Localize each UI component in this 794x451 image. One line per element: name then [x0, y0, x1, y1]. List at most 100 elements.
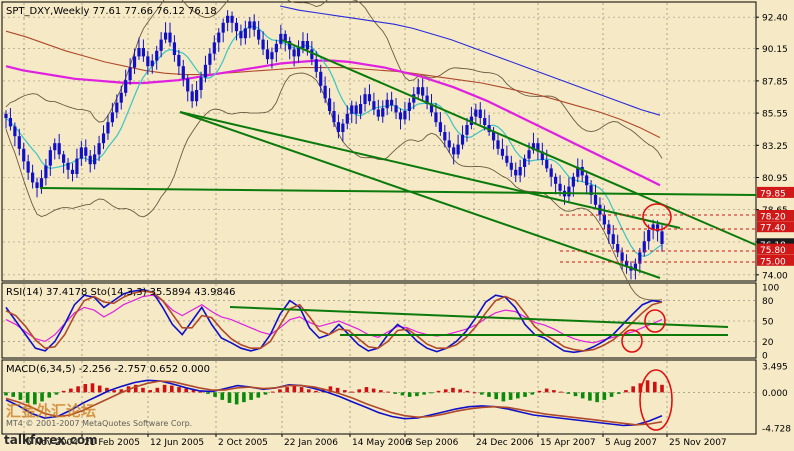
macd-bar — [306, 389, 311, 393]
macd-bar — [386, 391, 390, 393]
macd-bar — [537, 390, 542, 393]
macd-bar — [314, 390, 318, 393]
macd-bar — [609, 392, 614, 397]
macd-bar — [357, 389, 362, 393]
price-level-text: 78.20 — [760, 213, 786, 223]
macd-bar — [573, 392, 578, 397]
macd-bar — [11, 392, 16, 397]
macd-bar — [652, 381, 657, 393]
macd-bar — [206, 392, 210, 394]
macd-bar — [4, 392, 8, 396]
price-level-text: 77.40 — [760, 224, 786, 234]
macd-bar — [97, 385, 102, 393]
macd-bar — [580, 392, 585, 399]
macd-bar — [76, 386, 80, 393]
macd-bar — [141, 387, 145, 393]
macd-bar — [516, 392, 520, 399]
macd-tick-label: -4.728 — [762, 425, 791, 435]
macd-bar — [544, 388, 549, 393]
macd-bar — [54, 392, 59, 395]
macd-bar — [660, 384, 664, 393]
macd-bar — [429, 392, 434, 394]
watermark-site: talkforex.com — [4, 433, 98, 447]
price-panel[interactable] — [1, 1, 757, 282]
rsi-header: RSI(14) 37.4178 Sto(14,3,3) 35.5894 43.9… — [6, 287, 236, 298]
price-tick-label: 90.15 — [762, 45, 788, 55]
macd-bar — [552, 390, 556, 393]
price-tick-label: 80.95 — [762, 174, 788, 184]
time-tick-label: 5 Aug 2007 — [605, 438, 657, 448]
macd-bar — [379, 390, 383, 393]
price-level-text: 79.85 — [760, 189, 786, 199]
price-level-label[interactable]: 77.40 — [757, 221, 794, 234]
macd-bar — [436, 390, 441, 393]
macd-bar — [155, 387, 160, 393]
macd-bar — [624, 390, 628, 393]
macd-bar — [364, 387, 369, 393]
time-tick-label: 14 May 2006 — [352, 438, 411, 448]
symbol-header: SPT_DXY,Weekly 77.61 77.66 76.12 76.18 — [6, 6, 217, 17]
rsi-tick-label: 50 — [762, 318, 774, 328]
macd-tick-label: 0.000 — [762, 389, 788, 399]
macd-bar — [407, 392, 412, 397]
rsi-tick-label: 80 — [762, 297, 774, 307]
macd-bar — [602, 392, 607, 400]
macd-bar — [566, 392, 571, 394]
macd-bar — [220, 392, 225, 400]
macd-tick-label: 3.495 — [762, 363, 788, 373]
price-tick-label: 74.00 — [762, 271, 788, 281]
macd-bar — [472, 392, 477, 394]
macd-bar — [162, 384, 167, 393]
macd-bar — [184, 388, 189, 393]
macd-bar — [47, 392, 52, 398]
price-tick-label: 87.85 — [762, 77, 788, 87]
macd-bar — [18, 392, 23, 400]
macd-bar — [501, 392, 506, 402]
macd-bar — [234, 392, 239, 405]
time-axis: 6 Nov 2004 21 Feb 2005 12 Jun 2005 2 Oct 20… — [23, 434, 727, 448]
macd-bar — [645, 380, 650, 393]
macd-bar — [343, 390, 347, 393]
time-tick-label: 15 Apr 2007 — [540, 438, 596, 448]
macd-bar — [40, 392, 44, 402]
macd-bar — [278, 389, 282, 393]
macd-bar — [415, 392, 419, 397]
macd-bar — [170, 385, 174, 393]
time-tick-label: 3 Sep 2006 — [407, 438, 459, 448]
price-level-label[interactable]: 75.00 — [757, 254, 794, 267]
watermark-chinese: 汇金外汇论坛 — [6, 402, 96, 420]
macd-bar — [285, 387, 289, 393]
macd-bar — [83, 384, 88, 393]
macd-bar — [299, 387, 304, 393]
price-level-label[interactable]: 78.20 — [757, 210, 794, 223]
macd-bar — [631, 386, 635, 393]
forex-chart-window[interactable]: 92.4090.1587.8585.5583.2580.9578.6576.35… — [0, 0, 794, 451]
macd-bar — [588, 392, 592, 401]
price-level-label[interactable]: 75.80 — [757, 243, 794, 257]
time-tick-label: 24 Dec 2006 — [476, 438, 534, 448]
price-level-label[interactable]: 79.85 — [757, 186, 794, 200]
rsi-tick-label: 100 — [762, 284, 779, 294]
macd-bar — [227, 392, 232, 403]
macd-bar — [90, 383, 95, 393]
time-tick-label: 2 Oct 2005 — [218, 438, 268, 448]
macd-bar — [249, 392, 253, 400]
macd-bar — [393, 392, 398, 394]
macd-header: MACD(6,34,5) -2.256 -2.757 0.652 0.000 — [6, 364, 210, 375]
macd-bar — [69, 388, 73, 393]
macd-bar — [523, 392, 527, 397]
watermark-copyright: MT4 © 2001-2007 MetaQuotes Software Corp… — [6, 419, 192, 428]
macd-bar — [508, 392, 513, 400]
macd-axis: 3.495 0.000 -4.728 — [762, 363, 791, 435]
macd-bar — [292, 385, 297, 393]
price-level-text: 75.80 — [760, 246, 786, 256]
macd-bar — [458, 389, 462, 393]
macd-bar — [451, 387, 455, 393]
macd-bar — [263, 392, 268, 395]
macd-bar — [487, 392, 491, 397]
macd-bar — [494, 392, 498, 400]
macd-bar — [350, 391, 354, 393]
rsi-axis: 100 80 50 20 0 — [762, 284, 779, 362]
macd-bar — [595, 392, 599, 403]
macd-bar — [443, 389, 448, 393]
